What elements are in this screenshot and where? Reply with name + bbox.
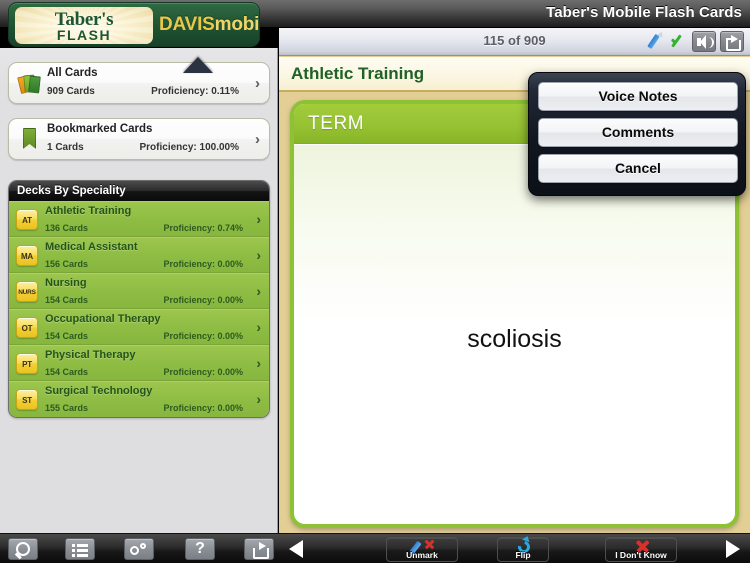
logo-publisher: DAVISmobile [159,14,260,36]
card-toolbar: Unmark Flip I Don't Know [279,533,750,563]
chevron-right-icon: › [255,131,260,148]
flashcard-side-label: TERM [308,113,365,134]
dont-know-button[interactable]: I Don't Know [605,537,677,562]
share-icon[interactable] [720,31,744,52]
share-stem [726,38,733,40]
check-icon[interactable] [670,31,688,52]
deck-badge-icon: MA [16,245,38,266]
deck-badge-icon: OT [16,317,38,338]
voice-notes-button[interactable]: Voice Notes [538,82,738,111]
chevron-right-icon: › [255,75,260,92]
bookmarked-title: Bookmarked Cards [47,123,153,135]
chevron-right-icon: › [256,355,261,371]
unmark-button[interactable]: Unmark [386,537,458,562]
flashcard-term-text: scoliosis [467,325,562,353]
deck-count: 154 Cards [45,295,89,305]
page-title: Athletic Training [291,64,425,83]
deck-proficiency: Proficiency: 0.74% [163,223,243,233]
deck-proficiency: Proficiency: 0.00% [163,295,243,305]
pencil-icon[interactable] [648,31,666,52]
summary-card-all-cards[interactable]: All Cards 909 Cards Proficiency: 0.11% › [8,62,270,104]
chevron-right-icon: › [256,283,261,299]
deck-count: 155 Cards [45,403,89,413]
deck-badge-icon: NURS [16,281,38,302]
previous-card-button[interactable] [289,540,303,558]
logo-badge: Taber's FLASH [15,7,153,44]
deck-count: 154 Cards [45,367,89,377]
decks-panel-header: Decks By Speciality [9,181,269,201]
deck-name: Nursing [45,277,87,289]
deck-badge-icon: ST [16,389,38,410]
bookmarked-count: 1 Cards [47,142,84,153]
summary-card-bookmarked[interactable]: Bookmarked Cards 1 Cards Proficiency: 10… [8,118,270,160]
card-stack-icon [17,72,43,96]
logo-publisher-main: DAVIS [159,14,215,35]
deck-row-nursing[interactable]: NURS Nursing 154 Cards Proficiency: 0.00… [9,273,269,309]
flip-label: Flip [515,550,531,560]
cancel-button[interactable]: Cancel [538,154,738,183]
deck-name: Surgical Technology [45,385,153,397]
deck-proficiency: Proficiency: 0.00% [163,367,243,377]
all-cards-count: 909 Cards [47,86,95,97]
deck-name: Physical Therapy [45,349,136,361]
sidebar: All Cards 909 Cards Proficiency: 0.11% ›… [0,48,278,533]
card-header-icons [644,31,744,53]
gears-icon[interactable] [124,538,154,560]
unmark-x-icon [424,539,434,549]
deck-name: Occupational Therapy [45,313,161,325]
all-cards-title: All Cards [47,67,98,79]
deck-row-occupational-therapy[interactable]: OT Occupational Therapy 154 Cards Profic… [9,309,269,345]
bookmark-icon [23,128,36,149]
question-icon[interactable]: ? [185,538,215,560]
deck-name: Athletic Training [45,205,132,217]
sidebar-toolbar: ? [0,533,279,563]
popover-arrow [183,57,213,73]
speaker-icon[interactable] [692,31,716,52]
comments-button[interactable]: Comments [538,118,738,147]
deck-count: 156 Cards [45,259,89,269]
logo-brand-bottom: FLASH [56,27,112,43]
deck-proficiency: Proficiency: 0.00% [163,259,243,269]
chevron-right-icon: › [256,211,261,227]
deck-proficiency: Proficiency: 0.00% [163,331,243,341]
logo-publisher-suffix: mobile [214,14,260,35]
dont-know-label: I Don't Know [615,550,667,560]
next-card-button[interactable] [726,540,740,558]
card-subheader-bar: 115 of 909 [279,28,750,56]
deck-badge-icon: AT [16,209,38,230]
action-popover: Voice Notes Comments Cancel [528,72,746,196]
deck-row-physical-therapy[interactable]: PT Physical Therapy 154 Cards Proficienc… [9,345,269,381]
deck-row-medical-assistant[interactable]: MA Medical Assistant 156 Cards Proficien… [9,237,269,273]
chevron-right-icon: › [256,247,261,263]
app-logo: Taber's FLASH DAVISmobile [8,2,260,47]
app-root: Taber's Mobile Flash Cards Taber's FLASH… [0,0,750,563]
deck-row-surgical-technology[interactable]: ST Surgical Technology 155 Cards Profici… [9,381,269,417]
deck-count: 136 Cards [45,223,89,233]
deck-proficiency: Proficiency: 0.00% [163,403,243,413]
list-icon[interactable] [65,538,95,560]
bookmarked-proficiency: Proficiency: 100.00% [139,142,240,153]
all-cards-proficiency: Proficiency: 0.11% [151,86,239,97]
decks-panel: Decks By Speciality AT Athletic Training… [8,180,270,418]
flip-button[interactable]: Flip [497,537,549,562]
speaker-waves [707,37,714,48]
share-icon[interactable] [244,538,274,560]
deck-name: Medical Assistant [45,241,138,253]
deck-row-athletic-training[interactable]: AT Athletic Training 136 Cards Proficien… [9,201,269,237]
deck-count: 154 Cards [45,331,89,341]
chevron-right-icon: › [256,319,261,335]
unmark-label: Unmark [406,550,438,560]
flashcard-body: scoliosis [294,145,735,524]
search-icon[interactable] [8,538,38,560]
deck-badge-icon: PT [16,353,38,374]
app-title: Taber's Mobile Flash Cards [546,4,742,21]
chevron-right-icon: › [256,391,261,407]
